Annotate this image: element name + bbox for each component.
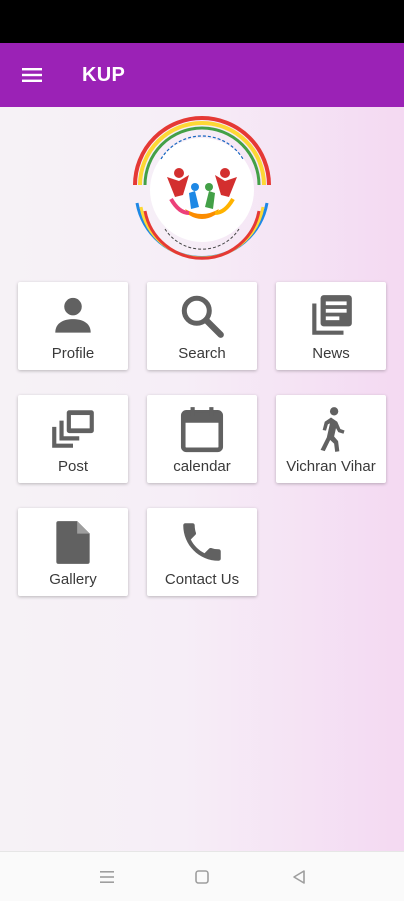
tile-post[interactable]: Post xyxy=(18,395,128,483)
main-content: Profile Search News Post calendar Vichra… xyxy=(0,107,404,851)
tile-label: Search xyxy=(178,345,226,362)
person-icon xyxy=(48,291,98,341)
kup-logo xyxy=(127,115,277,265)
tile-contact-us[interactable]: Contact Us xyxy=(147,508,257,596)
menu-icon[interactable] xyxy=(20,63,44,87)
news-icon xyxy=(306,291,356,341)
tile-label: Post xyxy=(57,458,88,475)
home-square-icon[interactable] xyxy=(192,867,212,887)
tile-profile[interactable]: Profile xyxy=(18,282,128,370)
tile-label: News xyxy=(312,345,350,362)
app-bar: KUP xyxy=(0,43,404,107)
tile-search[interactable]: Search xyxy=(147,282,257,370)
back-triangle-icon[interactable] xyxy=(289,867,309,887)
tile-vichran-vihar[interactable]: Vichran Vihar xyxy=(276,395,386,483)
search-icon xyxy=(177,291,227,341)
tile-label: Profile xyxy=(51,345,95,362)
walk-icon xyxy=(306,404,356,454)
tile-gallery[interactable]: Gallery xyxy=(18,508,128,596)
system-nav-bar xyxy=(0,851,404,901)
tile-label: Contact Us xyxy=(164,571,240,588)
tile-label: calendar xyxy=(173,458,231,475)
tile-label: Vichran Vihar xyxy=(286,458,376,475)
post-icon xyxy=(48,404,98,454)
tile-news[interactable]: News xyxy=(276,282,386,370)
tile-calendar[interactable]: calendar xyxy=(147,395,257,483)
file-icon xyxy=(48,517,98,567)
calendar-icon xyxy=(177,404,227,454)
menu-nav-icon[interactable] xyxy=(97,867,117,887)
app-title: KUP xyxy=(82,64,126,86)
status-bar xyxy=(0,0,404,43)
tile-label: Gallery xyxy=(49,571,97,588)
phone-icon xyxy=(177,517,227,567)
